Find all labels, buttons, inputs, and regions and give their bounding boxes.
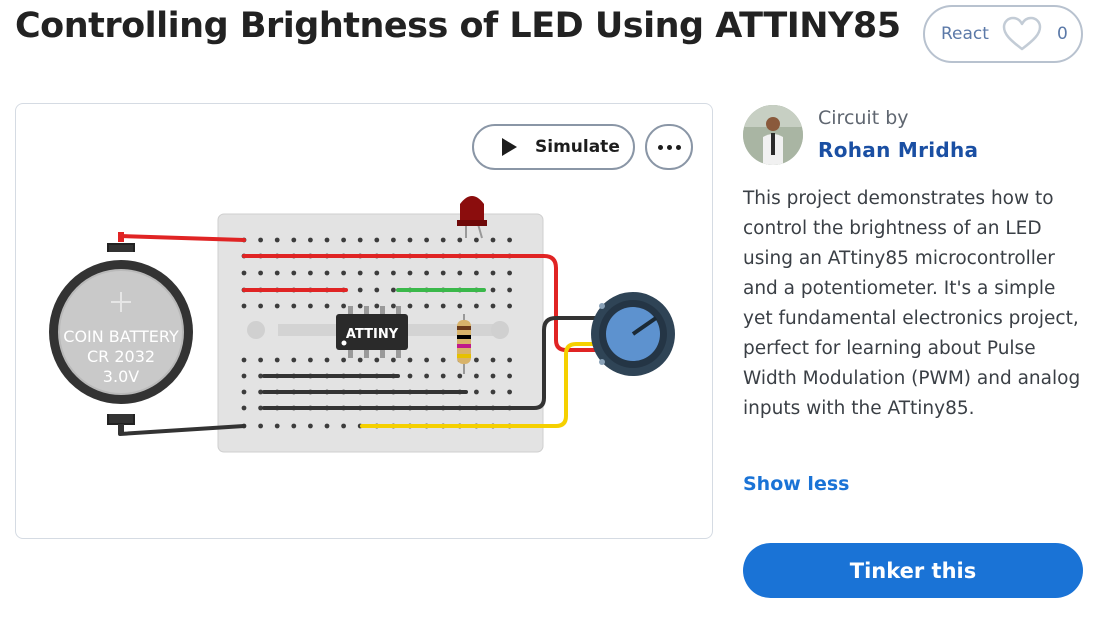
circuit-canvas[interactable]: COIN BATTERY CR 2032 3.0V ATTINY Simulat… [15, 103, 713, 539]
author-avatar[interactable] [743, 105, 803, 165]
more-options-icon [657, 144, 663, 150]
simulate-label: Simulate [535, 137, 620, 157]
react-count: 0 [1056, 24, 1068, 44]
more-options-button[interactable] [645, 124, 693, 170]
chip-label: ATTINY [346, 327, 399, 342]
heart-icon [1002, 16, 1042, 51]
show-less-link[interactable]: Show less [743, 473, 849, 495]
battery-label-2: CR 2032 [87, 347, 155, 366]
project-description: This project demonstrates how to control… [743, 188, 1081, 419]
react-button[interactable]: React 0 [923, 5, 1083, 63]
avatar-image [743, 105, 803, 165]
play-icon [502, 138, 517, 156]
page-title: Controlling Brightness of LED Using ATTI… [15, 6, 901, 46]
coin-battery[interactable]: COIN BATTERY CR 2032 3.0V [49, 232, 193, 434]
battery-label-1: COIN BATTERY [63, 327, 179, 346]
circuit-by-label: Circuit by [818, 107, 909, 129]
potentiometer[interactable] [591, 292, 675, 376]
simulate-button[interactable]: Simulate [472, 124, 635, 170]
battery-label-3: 3.0V [103, 367, 139, 386]
author-name-link[interactable]: Rohan Mridha [818, 138, 978, 162]
react-label: React [941, 24, 989, 44]
tinker-this-button[interactable]: Tinker this [743, 543, 1083, 598]
